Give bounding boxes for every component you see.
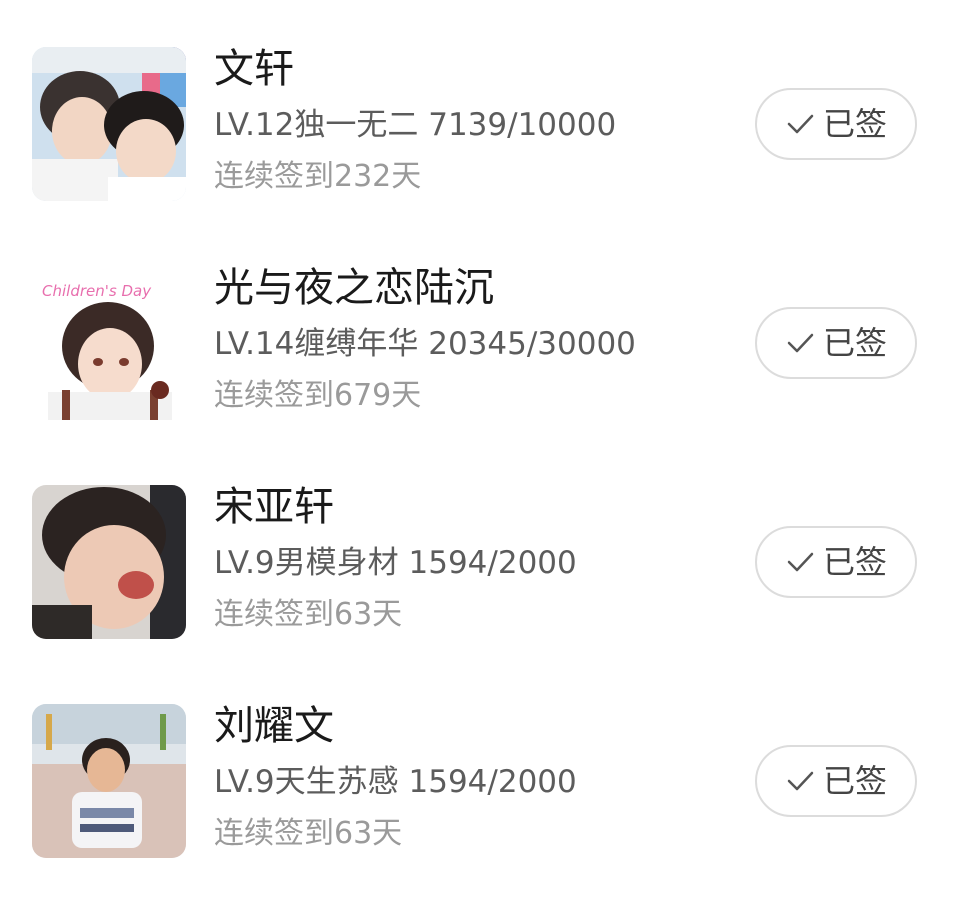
anime-boy-childrens-day-icon: Children's Day	[32, 266, 186, 420]
photo-laughing-boy-icon	[32, 485, 186, 639]
sign-in-streak: 连续签到63天	[214, 597, 403, 632]
signed-label: 已签	[822, 105, 887, 143]
sign-in-list: 文轩 LV.12独一无二 7139/10000 连续签到232天 已签 Chil…	[0, 0, 960, 917]
list-item[interactable]: 文轩 LV.12独一无二 7139/10000 连续签到232天 已签	[0, 37, 960, 237]
svg-text:Children's Day: Children's Day	[42, 282, 152, 300]
avatar[interactable]: Children's Day	[32, 266, 186, 420]
user-name: 文轩	[214, 46, 294, 92]
signed-button[interactable]: 已签	[755, 526, 917, 598]
photo-boy-outdoors-icon	[32, 704, 186, 858]
user-name: 宋亚轩	[214, 484, 334, 530]
user-level: LV.14缠缚年华 20345/30000	[214, 326, 636, 362]
user-level: LV.12独一无二 7139/10000	[214, 107, 617, 143]
sign-in-streak: 连续签到232天	[214, 159, 422, 194]
check-icon	[787, 771, 814, 791]
avatar[interactable]	[32, 485, 186, 639]
check-icon	[787, 333, 814, 353]
signed-label: 已签	[822, 543, 887, 581]
user-name: 光与夜之恋陆沉	[214, 265, 494, 311]
avatar[interactable]	[32, 47, 186, 201]
signed-button[interactable]: 已签	[755, 88, 917, 160]
list-item[interactable]: Children's Day 光与夜之恋陆沉 LV.14缠缚年华 20345/3…	[0, 256, 960, 456]
signed-button[interactable]: 已签	[755, 745, 917, 817]
signed-label: 已签	[822, 324, 887, 362]
list-item[interactable]: 宋亚轩 LV.9男模身材 1594/2000 连续签到63天 已签	[0, 475, 960, 675]
sign-in-streak: 连续签到679天	[214, 378, 422, 413]
signed-button[interactable]: 已签	[755, 307, 917, 379]
avatar[interactable]	[32, 704, 186, 858]
check-icon	[787, 552, 814, 572]
check-icon	[787, 114, 814, 134]
user-name: 刘耀文	[214, 703, 334, 749]
user-level: LV.9天生苏感 1594/2000	[214, 764, 577, 800]
signed-label: 已签	[822, 762, 887, 800]
user-level: LV.9男模身材 1594/2000	[214, 545, 577, 581]
list-item[interactable]: 刘耀文 LV.9天生苏感 1594/2000 连续签到63天 已签	[0, 694, 960, 894]
photo-two-boys-icon	[32, 47, 186, 201]
sign-in-streak: 连续签到63天	[214, 816, 403, 851]
